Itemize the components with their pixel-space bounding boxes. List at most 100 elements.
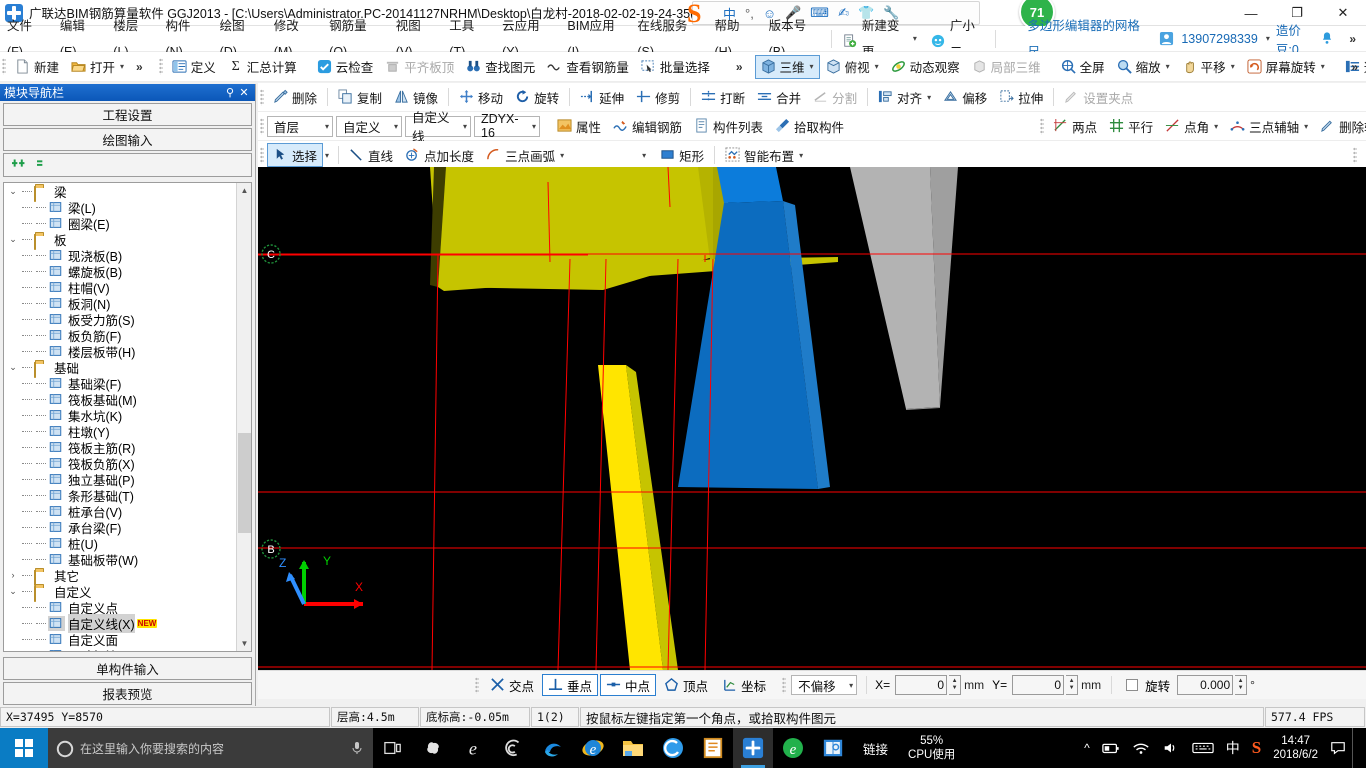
x-offset-input[interactable]: 0	[895, 675, 948, 695]
element-type-combo[interactable]: 自定义线 ▾	[405, 111, 471, 144]
project-settings-button[interactable]: 工程设置	[3, 103, 252, 126]
app-icon-ggj[interactable]	[733, 728, 773, 768]
snap-vertex-button[interactable]: 顶点	[658, 674, 714, 696]
component-list-button[interactable]: 构件列表	[688, 114, 769, 138]
battery-icon[interactable]	[1096, 741, 1126, 755]
screen-rotate-button[interactable]: 屏幕旋转 ▾	[1241, 55, 1331, 79]
chevron-down-icon[interactable]: ▾	[325, 122, 329, 131]
snap-intersection-button[interactable]: 交点	[484, 674, 540, 696]
chevron-down-icon[interactable]: ▾	[560, 151, 564, 160]
taskbar-clock[interactable]: 14:47 2018/6/2	[1267, 734, 1324, 762]
mirror-button[interactable]: 镜像	[388, 85, 444, 109]
rotate-button[interactable]: 旋转	[509, 85, 565, 109]
top-view-button[interactable]: 俯视 ▾	[820, 55, 885, 79]
three-point-arc-button[interactable]: 三点画弧 ▾	[480, 143, 570, 167]
chevron-down-icon[interactable]: ▾	[394, 122, 398, 131]
menubar-overflow-button[interactable]: »	[1343, 32, 1362, 46]
point-angle-axis-button[interactable]: 点角 ▾	[1159, 114, 1224, 138]
properties-button[interactable]: 属性	[551, 114, 607, 138]
summary-calc-button[interactable]: Σ 汇总计算	[222, 55, 303, 79]
app-icon-spiral[interactable]	[493, 728, 533, 768]
delete-button[interactable]: 删除	[267, 85, 323, 109]
tree-item[interactable]: 圈梁(E)	[4, 215, 236, 232]
x-offset-spinner[interactable]: ▲ ▼	[949, 675, 962, 695]
tree-item[interactable]: 螺旋板(B)	[4, 263, 236, 280]
align-slab-top-button[interactable]: 平齐板顶	[379, 55, 460, 79]
sogou-tray-icon[interactable]: S	[1246, 738, 1267, 758]
app-icon-folder[interactable]	[613, 728, 653, 768]
set-grip-button[interactable]: 设置夹点	[1058, 85, 1139, 109]
toolbar1-overflow-button[interactable]: »	[130, 60, 149, 74]
rotate-checkbox[interactable]	[1126, 679, 1139, 691]
tree-item[interactable]: 柱帽(V)	[4, 279, 236, 296]
app-icon-ie[interactable]: e	[573, 728, 613, 768]
report-preview-button[interactable]: 报表预览	[3, 682, 252, 705]
chevron-down-icon[interactable]: ▾	[463, 122, 467, 131]
app-icon-dict[interactable]	[813, 728, 853, 768]
tree-item[interactable]: 梁(L)	[4, 199, 236, 216]
smart-layout-button[interactable]: 智能布置 ▾	[719, 143, 809, 167]
two-point-axis-button[interactable]: 两点	[1047, 114, 1103, 138]
draw-input-button[interactable]: 绘图输入	[3, 128, 252, 151]
chevron-down-icon[interactable]: ▾	[1231, 62, 1235, 71]
remove-icon[interactable]	[37, 157, 53, 173]
tree-item[interactable]: 自定义线(X) NEW	[4, 613, 236, 633]
three-point-axis-button[interactable]: 三点辅轴 ▾	[1224, 114, 1314, 138]
toolbar1-overflow-button-3[interactable]: »	[1345, 60, 1364, 74]
snapbar-grip-2[interactable]	[782, 676, 787, 694]
snap-midpoint-button[interactable]: 中点	[600, 674, 657, 696]
line-tool-button[interactable]: 直线	[343, 143, 399, 167]
keyboard-icon[interactable]	[1186, 741, 1220, 755]
account-chevron-down-icon[interactable]: ▾	[1266, 34, 1270, 43]
tree-item[interactable]: 楼层板带(H)	[4, 343, 236, 360]
model-3d-scene[interactable]: C B X Y Z	[258, 167, 1366, 670]
extend-button[interactable]: 延伸	[574, 85, 630, 109]
app-icon-edge[interactable]	[533, 728, 573, 768]
chevron-down-icon[interactable]: ▾	[799, 151, 803, 160]
start-button[interactable]	[0, 728, 48, 768]
dynamic-orbit-button[interactable]: 动态观察	[885, 55, 966, 79]
copy-button[interactable]: 复制	[332, 85, 388, 109]
task-view-icon[interactable]	[373, 728, 413, 768]
tree-expander-icon[interactable]: ⌄	[6, 586, 20, 597]
toolbar-grip[interactable]	[2, 58, 6, 75]
pick-component-button[interactable]: 拾取构件	[769, 114, 850, 138]
break-button[interactable]: 打断	[695, 85, 751, 109]
delete-axis-button[interactable]: 删除辅轴	[1314, 114, 1366, 138]
taskbar-search-box[interactable]: 在这里输入你要搜索的内容	[48, 728, 373, 768]
snapbar-grip[interactable]	[475, 676, 479, 694]
zoom-button[interactable]: 缩放 ▾	[1111, 55, 1176, 79]
scroll-thumb[interactable]	[238, 433, 251, 533]
tree-vertical-scrollbar[interactable]: ▲ ▼	[236, 183, 251, 651]
tray-expand-chevron-icon[interactable]: ^	[1078, 741, 1096, 755]
define-button[interactable]: 定义	[166, 55, 222, 79]
chevron-down-icon[interactable]: ▾	[1214, 122, 1218, 131]
y-offset-spinner[interactable]: ▲ ▼	[1066, 675, 1079, 695]
tree-expander-icon[interactable]: ⌄	[6, 234, 20, 245]
move-button[interactable]: 移动	[453, 85, 509, 109]
chevron-down-icon[interactable]: ▾	[927, 93, 931, 102]
floor-combo[interactable]: 首层 ▾	[267, 115, 333, 137]
chevron-down-icon[interactable]: ▾	[120, 62, 124, 71]
show-desktop-button[interactable]	[1352, 728, 1366, 768]
chevron-down-icon[interactable]: ▾	[1321, 62, 1325, 71]
cloud-check-button[interactable]: 云检查	[311, 55, 380, 79]
component-name-combo[interactable]: ZDYX-16 ▾	[474, 112, 540, 140]
links-label[interactable]: 链接	[853, 728, 898, 768]
chevron-down-icon[interactable]: ▾	[849, 681, 853, 690]
app-icon-fan[interactable]	[413, 728, 453, 768]
toolbar1-overflow-button-2[interactable]: »	[730, 60, 749, 74]
close-icon[interactable]: ✕	[237, 86, 251, 99]
scroll-up-button[interactable]: ▲	[237, 183, 251, 198]
tree-expander-icon[interactable]: ›	[6, 570, 20, 580]
cpu-usage-indicator[interactable]: 55% CPU使用	[898, 728, 965, 768]
open-project-button[interactable]: 打开 ▾	[65, 55, 130, 79]
wifi-icon[interactable]	[1126, 741, 1156, 755]
find-element-button[interactable]: 查找图元	[460, 55, 541, 79]
batch-select-button[interactable]: 批量选择	[635, 55, 716, 79]
view-rebar-button[interactable]: 查看钢筋量	[541, 55, 635, 79]
select-tool-chevron-down-icon[interactable]: ▾	[325, 151, 329, 160]
new-project-button[interactable]: 新建	[9, 55, 65, 79]
y-offset-input[interactable]: 0	[1012, 675, 1065, 695]
offset-mode-combo[interactable]: 不偏移 ▾	[791, 675, 858, 695]
